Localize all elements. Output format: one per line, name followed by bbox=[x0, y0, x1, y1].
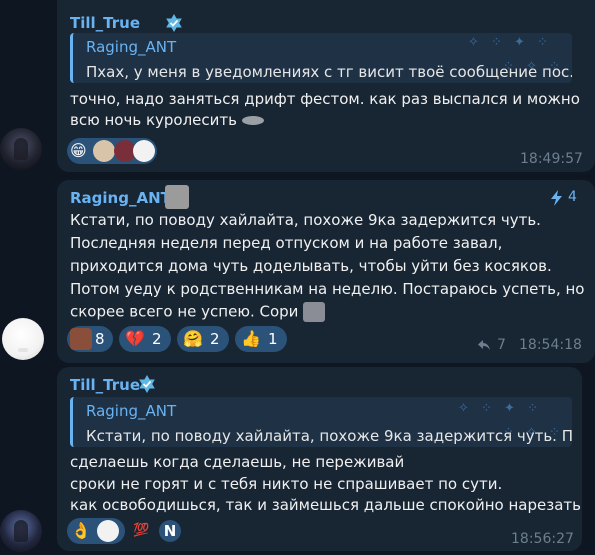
message-text: Потом уеду к родственникам на неделю. По… bbox=[70, 280, 585, 298]
message-bubble[interactable]: Raging_ANT 4 Кстати, по поводу хайлайта,… bbox=[57, 180, 595, 363]
reply-pattern: ✧ ⁘ ✦ ⁘ bbox=[468, 35, 552, 50]
reaction-avatar-icon bbox=[133, 140, 155, 162]
avatar[interactable] bbox=[2, 318, 44, 360]
message-text: скорее всего не успею. Сори bbox=[70, 302, 326, 322]
verified-badge-icon bbox=[139, 375, 155, 393]
lightning-icon bbox=[551, 190, 562, 206]
grin-emoji-icon: 😁 bbox=[70, 141, 87, 160]
sender-emoji-status-icon bbox=[165, 185, 189, 209]
message-timestamp: 18:49:57 bbox=[520, 151, 583, 167]
message-text: точно, надо заняться дрифт фестом. как р… bbox=[70, 90, 580, 108]
message-bubble[interactable]: Till_True ✧ ⁘ ✦ ⁘ ⁘ ✧ ⁘ Raging_ANT Кстат… bbox=[57, 367, 582, 551]
reactions-row: 👌 💯 N bbox=[67, 518, 187, 548]
sender-name[interactable]: Till_True bbox=[70, 14, 140, 32]
reply-author: Raging_ANT bbox=[86, 38, 177, 56]
reaction-avatar-icon bbox=[97, 520, 119, 542]
reply-text: Пхах, у меня в уведомлениях с тг висит т… bbox=[86, 63, 572, 81]
reply-author: Raging_ANT bbox=[86, 402, 177, 420]
reaction-pill[interactable]: 💯 N bbox=[129, 518, 185, 544]
cat-sticker-icon bbox=[303, 302, 326, 322]
reactions-row: 8 💔 2 🤗 2 👍 1 bbox=[67, 326, 297, 356]
thumbs-up-icon: 👍 bbox=[241, 329, 261, 348]
reaction-count: 1 bbox=[268, 330, 278, 348]
avatar[interactable] bbox=[0, 510, 42, 552]
reaction-count: 8 bbox=[95, 330, 105, 348]
reply-text: Кстати, по поводу хайлайта, похоже 9ка з… bbox=[86, 427, 572, 445]
broken-heart-icon: 💔 bbox=[125, 329, 145, 348]
reaction-pill[interactable]: 💔 2 bbox=[119, 326, 171, 352]
hundred-points-icon: 💯 bbox=[133, 523, 150, 538]
ok-hand-icon: 👌 bbox=[71, 521, 91, 540]
forward-count: 7 bbox=[497, 337, 506, 353]
message-bubble[interactable]: Till_True ✧ ⁘ ✦ ⁘ ⁘ ✧ ⁘ Raging_ANT Пхах,… bbox=[57, 0, 595, 172]
n-badge-icon: N bbox=[159, 520, 181, 542]
message-text: приходится дома чуть доделывать, чтобы у… bbox=[70, 257, 552, 275]
reactions-row: 😁 bbox=[67, 138, 157, 168]
message-text: как освободишься, так и займешься дальше… bbox=[70, 496, 581, 514]
reaction-pill[interactable]: 😁 bbox=[67, 138, 157, 164]
message-text: сроки не горят и с тебя никто не спрашив… bbox=[70, 475, 503, 493]
message-text: сделаешь когда сделаешь, не переживай bbox=[70, 453, 405, 471]
reaction-count: 2 bbox=[152, 330, 162, 348]
sender-name[interactable]: Raging_ANT bbox=[70, 189, 171, 207]
avatar[interactable] bbox=[0, 128, 42, 170]
sender-name[interactable]: Till_True bbox=[70, 376, 140, 394]
hugging-face-icon: 🤗 bbox=[183, 329, 203, 348]
message-text: всю ночь куролесить bbox=[70, 111, 264, 129]
reaction-count: 2 bbox=[210, 330, 220, 348]
message-timestamp: 18:54:18 bbox=[519, 337, 582, 353]
reaction-pill[interactable]: 🤗 2 bbox=[177, 326, 229, 352]
reaction-pill[interactable]: 8 bbox=[67, 326, 113, 352]
reaction-avatar-icon bbox=[93, 140, 115, 162]
reply-quote[interactable]: ✧ ⁘ ✦ ⁘ ⁘ ✧ ⁘ Raging_ANT Кстати, по пово… bbox=[70, 397, 572, 447]
boost-count: 4 bbox=[568, 189, 577, 205]
pigeon-sticker-icon bbox=[241, 116, 264, 125]
reply-quote[interactable]: ✧ ⁘ ✦ ⁘ ⁘ ✧ ⁘ Raging_ANT Пхах, у меня в … bbox=[70, 33, 572, 83]
forward-icon bbox=[478, 340, 490, 350]
custom-emoji-icon bbox=[70, 328, 92, 350]
reaction-pill[interactable]: 👌 bbox=[67, 518, 125, 544]
message-text: Кстати, по поводу хайлайта, похоже 9ка з… bbox=[70, 211, 541, 229]
verified-badge-icon bbox=[166, 14, 182, 32]
message-text: Последняя неделя перед отпуском и на раб… bbox=[70, 234, 503, 252]
reaction-pill[interactable]: 👍 1 bbox=[235, 326, 287, 352]
reply-pattern: ✧ ⁘ ✦ ⁘ bbox=[458, 401, 542, 416]
message-timestamp: 18:56:27 bbox=[511, 531, 574, 547]
